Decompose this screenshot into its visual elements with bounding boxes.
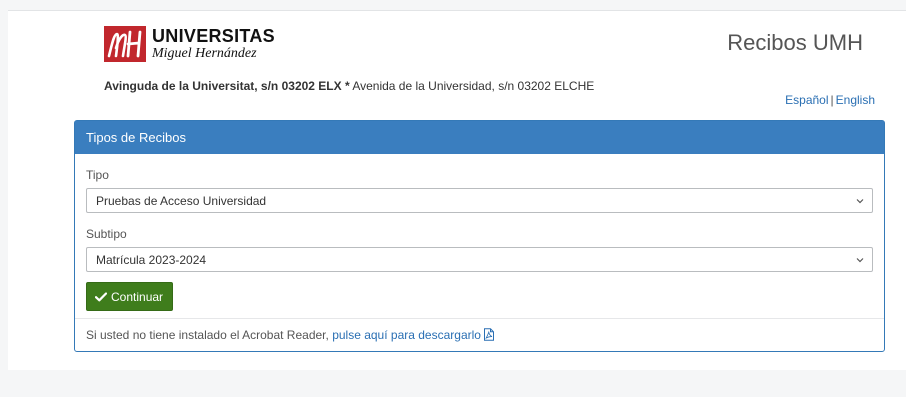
panel-body: Tipo Pruebas de Acceso Universidad Subti…: [75, 168, 884, 311]
continue-button[interactable]: Continuar: [86, 282, 174, 311]
download-acrobat-link[interactable]: pulse aquí para descargarlo: [332, 328, 495, 342]
chevron-down-icon: [855, 254, 865, 264]
check-icon: [95, 291, 107, 301]
download-acrobat-link-label: pulse aquí para descargarlo: [332, 328, 481, 342]
logo-line-2: Miguel Hernández: [152, 46, 257, 61]
university-address: Avinguda de la Universitat, s/n 03202 EL…: [104, 79, 594, 93]
tipo-selected-value: Pruebas de Acceso Universidad: [96, 194, 267, 208]
subtipo-select[interactable]: Matrícula 2023-2024: [86, 247, 873, 272]
pdf-file-icon: [483, 328, 495, 344]
receipt-types-panel: Tipos de Recibos Tipo Pruebas de Acceso …: [74, 120, 885, 352]
panel-footer: Si usted no tiene instalado el Acrobat R…: [75, 318, 884, 351]
language-switcher: Español | English: [785, 93, 875, 107]
subtipo-label: Subtipo: [86, 227, 127, 241]
umh-logo-mark-icon: [104, 26, 146, 62]
address-spanish: Avenida de la Universidad, s/n 03202 ELC…: [352, 79, 595, 93]
panel-heading: Tipos de Recibos: [75, 121, 884, 154]
tipo-label: Tipo: [86, 168, 109, 182]
acrobat-notice-text: Si usted no tiene instalado el Acrobat R…: [86, 328, 329, 342]
logo-wordmark: UNIVERSITAS Miguel Hernández: [152, 27, 275, 61]
university-logo[interactable]: UNIVERSITAS Miguel Hernández: [104, 26, 275, 62]
subtipo-selected-value: Matrícula 2023-2024: [96, 253, 207, 267]
language-link-spanish[interactable]: Español: [785, 93, 828, 107]
chevron-down-icon: [855, 195, 865, 205]
continue-button-label: Continuar: [111, 289, 164, 304]
tipo-select[interactable]: Pruebas de Acceso Universidad: [86, 188, 873, 213]
language-link-english[interactable]: English: [836, 93, 875, 107]
address-separator: *: [344, 79, 350, 93]
logo-line-1: UNIVERSITAS: [152, 26, 275, 46]
language-separator: |: [830, 93, 834, 107]
page-bottom-band: [8, 370, 906, 397]
address-valencian: Avinguda de la Universitat, s/n 03202 EL…: [104, 79, 342, 93]
app-title: Recibos UMH: [727, 30, 863, 55]
